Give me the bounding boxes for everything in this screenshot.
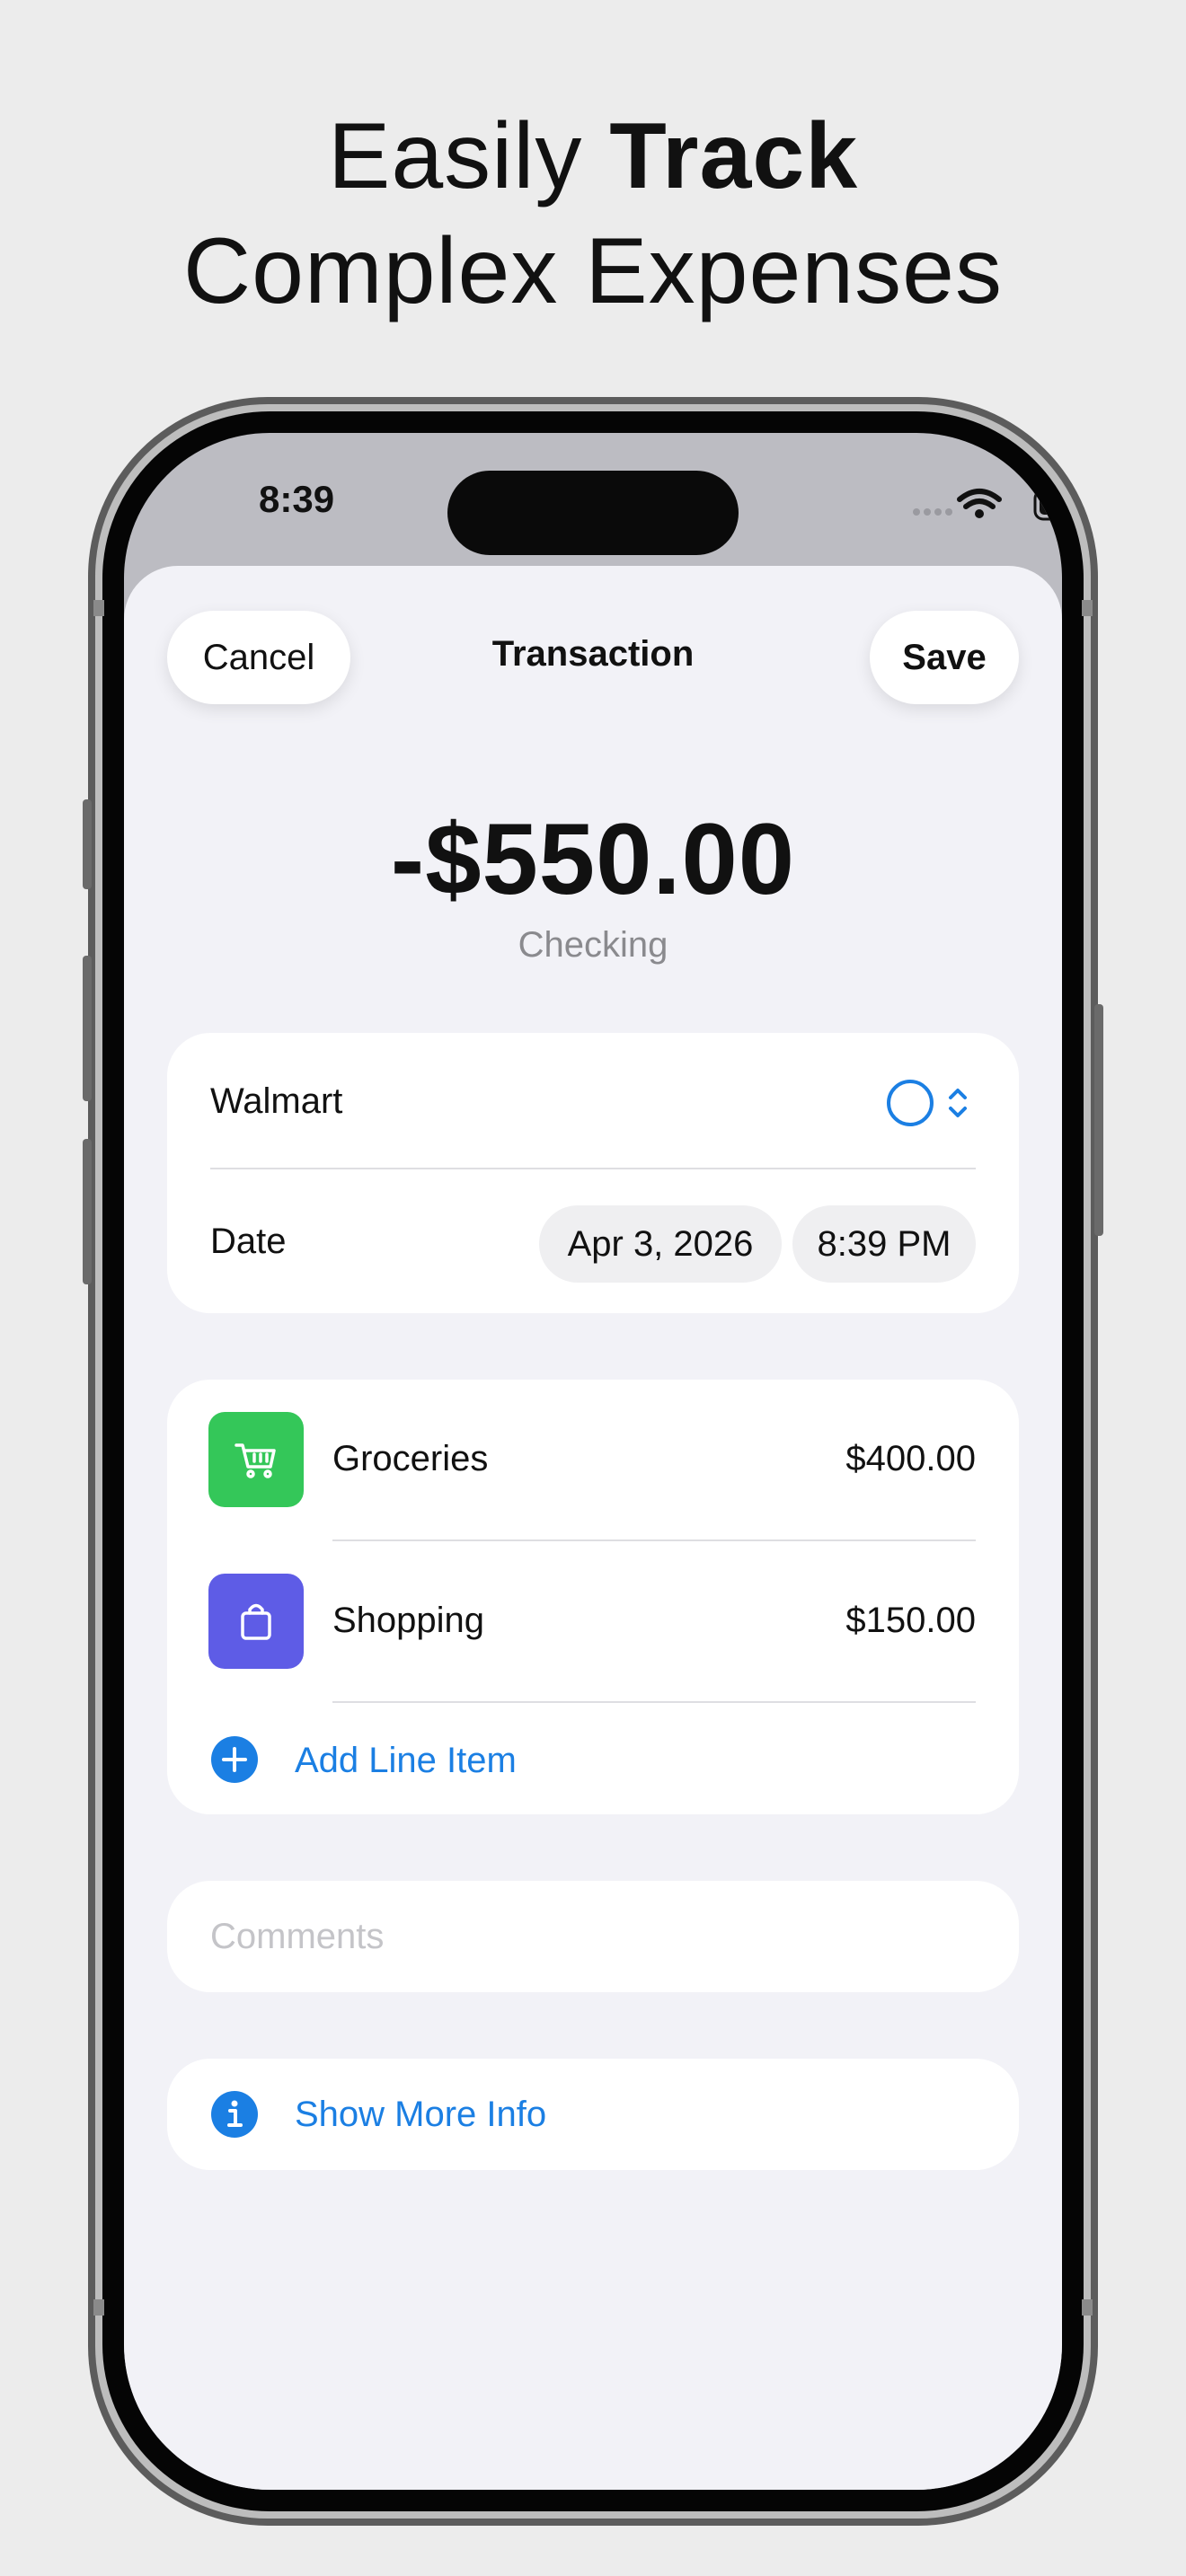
show-more-info-button[interactable]: Show More Info — [167, 2059, 1019, 2170]
marketing-headline: Easily Track Complex Expenses — [0, 99, 1186, 329]
plus-circle-icon — [211, 1736, 258, 1783]
line-item-amount: $400.00 — [845, 1439, 976, 1478]
time-picker-chip[interactable]: 8:39 PM — [792, 1205, 976, 1283]
row-divider — [210, 1168, 976, 1169]
line-item[interactable]: Shopping $150.00 — [167, 1541, 1019, 1701]
date-picker-chip[interactable]: Apr 3, 2026 — [539, 1205, 782, 1283]
status-time: 8:39 — [259, 478, 335, 520]
wifi-icon — [957, 489, 1002, 518]
dynamic-island — [447, 471, 739, 555]
headline-bold: Track — [609, 104, 859, 208]
antenna-band — [93, 2299, 104, 2316]
volume-down-button — [83, 1139, 92, 1284]
date-label: Date — [210, 1222, 287, 1261]
comments-placeholder: Comments — [210, 1917, 385, 1956]
volume-up-button — [83, 956, 92, 1101]
line-item-category: Shopping — [332, 1601, 485, 1640]
chevron-up-down-icon — [949, 1089, 967, 1117]
headline-regular: Easily — [327, 104, 610, 208]
add-line-item-button[interactable]: Add Line Item — [167, 1705, 1019, 1813]
status-icons — [789, 483, 1062, 528]
add-line-item-label: Add Line Item — [295, 1741, 517, 1780]
antenna-band — [1082, 2299, 1093, 2316]
save-button[interactable]: Save — [870, 611, 1019, 704]
row-divider — [332, 1701, 976, 1703]
info-icon — [211, 2091, 258, 2138]
transaction-sheet: Cancel Transaction Save -$550.00 Checkin… — [124, 566, 1062, 2490]
payee-name[interactable]: Walmart — [210, 1081, 342, 1122]
line-item[interactable]: Groceries $400.00 — [167, 1380, 1019, 1539]
account-name[interactable]: Checking — [124, 925, 1062, 966]
action-button — [83, 799, 92, 889]
cellular-signal-icon — [913, 508, 952, 516]
details-card: Walmart Date Apr 3, 2026 8:39 PM — [167, 1033, 1019, 1313]
show-more-info-label: Show More Info — [295, 2095, 547, 2134]
headline-line2: Complex Expenses — [183, 219, 1003, 323]
bag-icon — [208, 1574, 304, 1669]
line-item-category: Groceries — [332, 1439, 489, 1478]
antenna-band — [93, 600, 104, 616]
cart-icon — [208, 1412, 304, 1507]
line-item-amount: $150.00 — [845, 1601, 976, 1640]
status-circle-icon — [887, 1080, 934, 1126]
comments-field[interactable]: Comments — [167, 1881, 1019, 1992]
transaction-amount[interactable]: -$550.00 — [124, 801, 1062, 917]
payee-status-picker[interactable] — [886, 1076, 985, 1130]
phone-screen: 8:39 Cancel Transaction Save -$550.00 Ch… — [124, 433, 1062, 2490]
line-items-card: Groceries $400.00 Shopping $150.00 Add L… — [167, 1380, 1019, 1814]
power-button — [1094, 1004, 1103, 1236]
antenna-band — [1082, 600, 1093, 616]
battery-icon — [1033, 489, 1062, 521]
